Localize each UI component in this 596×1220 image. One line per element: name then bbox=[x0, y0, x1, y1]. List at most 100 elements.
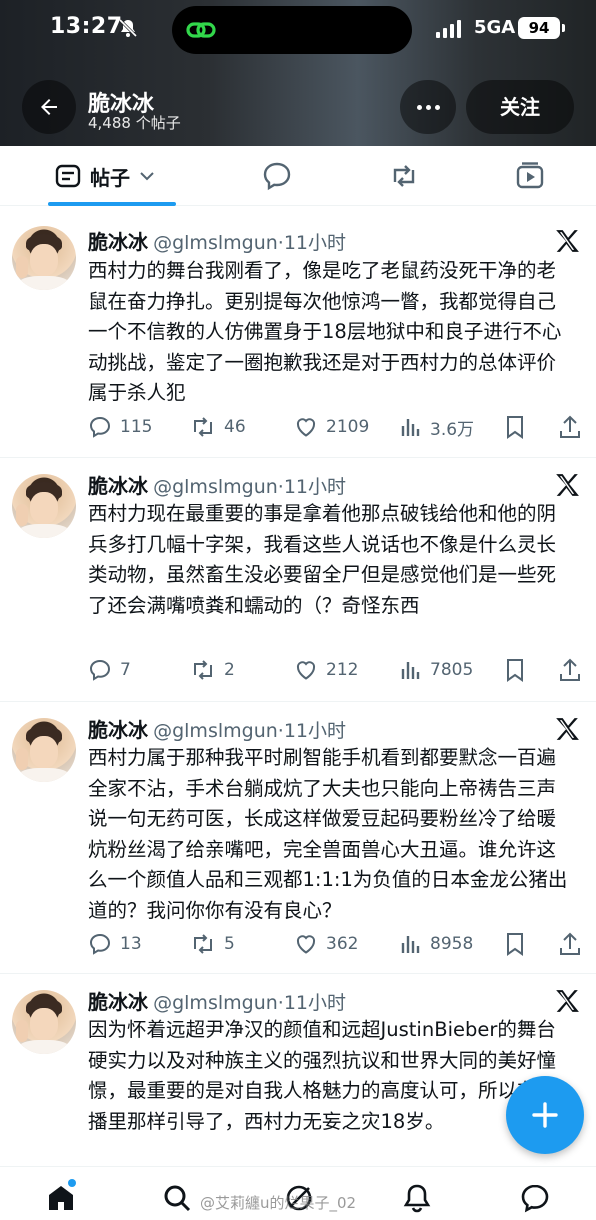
status-time: 13:27 bbox=[50, 14, 123, 39]
bell-off-icon bbox=[118, 18, 138, 38]
arrow-left-icon bbox=[41, 99, 57, 115]
bookmark-icon[interactable] bbox=[504, 931, 526, 957]
network-type: 5GA bbox=[474, 17, 516, 38]
tweet-actions: 115 46 2109 3.6万 bbox=[88, 412, 584, 442]
tweet-author-name[interactable]: 脆冰冰 bbox=[88, 474, 148, 498]
x-logo-icon bbox=[556, 990, 579, 1012]
compose-button[interactable] bbox=[506, 1076, 584, 1154]
share-icon[interactable] bbox=[558, 414, 582, 440]
reply-count: 13 bbox=[120, 934, 142, 954]
tab-posts-label: 帖子 bbox=[90, 165, 130, 190]
like-button[interactable]: 2109 bbox=[294, 412, 369, 442]
like-button[interactable]: 212 bbox=[294, 655, 358, 685]
bookmark-icon[interactable] bbox=[504, 657, 526, 683]
profile-tabs: 帖子 bbox=[0, 146, 596, 206]
share-icon[interactable] bbox=[558, 931, 582, 957]
signal-icon bbox=[436, 20, 461, 38]
like-button[interactable]: 362 bbox=[294, 929, 358, 959]
avatar[interactable] bbox=[12, 474, 76, 538]
search-icon[interactable] bbox=[162, 1183, 192, 1213]
more-dot-icon bbox=[416, 104, 422, 110]
tweet-author-name[interactable]: 脆冰冰 bbox=[88, 718, 148, 742]
reply-count: 7 bbox=[120, 660, 131, 680]
like-count: 362 bbox=[326, 934, 359, 954]
profile-header: 13:27 5GA 94 脆冰冰 4,488 个帖子 关注 bbox=[0, 0, 596, 146]
tweet-author-name[interactable]: 脆冰冰 bbox=[88, 230, 148, 254]
tweet-item[interactable]: 脆冰冰 @glmslmgun·11小时 西村力属于那种我平时刷智能手机看到都要默… bbox=[0, 702, 596, 974]
tweet-actions: 7 2 212 7805 bbox=[88, 655, 584, 685]
tweet-author-name[interactable]: 脆冰冰 bbox=[88, 990, 148, 1014]
reply-button[interactable]: 115 bbox=[88, 412, 152, 442]
view-count: 8958 bbox=[430, 934, 474, 954]
reply-icon bbox=[89, 933, 111, 955]
home-icon[interactable] bbox=[46, 1183, 76, 1213]
views-button[interactable]: 3.6万 bbox=[400, 412, 474, 442]
repost-icon bbox=[194, 934, 212, 954]
messages-icon[interactable] bbox=[520, 1183, 550, 1213]
more-button[interactable] bbox=[400, 80, 456, 134]
more-dot-icon bbox=[425, 104, 431, 110]
battery-indicator: 94 bbox=[518, 17, 565, 39]
views-button[interactable]: 7805 bbox=[400, 655, 473, 685]
views-icon bbox=[401, 662, 420, 679]
watermark: @艾莉纏u的烂果子_02 bbox=[200, 1194, 357, 1212]
posts-icon bbox=[55, 164, 81, 188]
tab-reposts-icon[interactable] bbox=[388, 160, 420, 192]
reply-button[interactable]: 13 bbox=[88, 929, 142, 959]
tweet-time: 11小时 bbox=[283, 232, 347, 254]
tweet-text: 因为怀着远超尹净汉的颜值和远超JustinBieber的舞台硬实力以及对种族主义… bbox=[88, 1018, 557, 1133]
reply-icon bbox=[89, 659, 111, 681]
repost-icon bbox=[194, 417, 212, 437]
tweet-time: 11小时 bbox=[283, 476, 347, 498]
link-icon bbox=[186, 22, 216, 38]
repost-count: 46 bbox=[224, 417, 246, 437]
plus-icon bbox=[532, 1102, 558, 1128]
back-button[interactable] bbox=[22, 80, 76, 134]
heart-icon bbox=[296, 418, 316, 437]
avatar[interactable] bbox=[12, 990, 76, 1054]
repost-button[interactable]: 46 bbox=[190, 412, 246, 442]
tweet-text: 西村力的舞台我刚看了，像是吃了老鼠药没死干净的老鼠在奋力挣扎。更别提每次他惊鸿一… bbox=[88, 259, 562, 404]
views-button[interactable]: 8958 bbox=[400, 929, 473, 959]
tweet-author-handle[interactable]: @glmslmgun bbox=[153, 720, 278, 742]
post-count: 4,488 个帖子 bbox=[88, 114, 181, 132]
tab-replies-icon[interactable] bbox=[261, 160, 293, 192]
repost-button[interactable]: 2 bbox=[190, 655, 235, 685]
share-icon[interactable] bbox=[558, 657, 582, 683]
tweet-header: 脆冰冰 @glmslmgun·11小时 bbox=[88, 226, 346, 255]
like-count: 212 bbox=[326, 660, 359, 680]
notifications-icon[interactable] bbox=[402, 1183, 432, 1213]
avatar[interactable] bbox=[12, 718, 76, 782]
tweet-header: 脆冰冰 @glmslmgun·11小时 bbox=[88, 714, 346, 743]
repost-count: 5 bbox=[224, 934, 235, 954]
tweet-author-handle[interactable]: @glmslmgun bbox=[153, 992, 278, 1014]
tweet-author-handle[interactable]: @glmslmgun bbox=[153, 476, 278, 498]
tweet-text: 西村力现在最重要的事是拿着他那点破钱给他和他的阴兵多打几幅十字架，我看这些人说话… bbox=[88, 502, 557, 617]
tweet-item[interactable]: 脆冰冰 @glmslmgun·11小时 西村力的舞台我刚看了，像是吃了老鼠药没死… bbox=[0, 206, 596, 458]
tweet-header: 脆冰冰 @glmslmgun·11小时 bbox=[88, 986, 346, 1015]
notification-dot bbox=[68, 1179, 76, 1187]
tweet-item[interactable]: 脆冰冰 @glmslmgun·11小时 西村力现在最重要的事是拿着他那点破钱给他… bbox=[0, 458, 596, 702]
reply-button[interactable]: 7 bbox=[88, 655, 131, 685]
repost-count: 2 bbox=[224, 660, 235, 680]
x-logo-icon bbox=[556, 718, 579, 740]
repost-icon bbox=[194, 660, 212, 680]
follow-button[interactable]: 关注 bbox=[466, 80, 574, 134]
tab-posts[interactable]: 帖子 bbox=[54, 160, 156, 192]
chevron-down-icon bbox=[140, 172, 154, 181]
tab-media-icon[interactable] bbox=[514, 160, 546, 192]
avatar[interactable] bbox=[12, 226, 76, 290]
reply-icon bbox=[89, 416, 111, 438]
dynamic-island bbox=[172, 6, 412, 54]
view-count: 3.6万 bbox=[430, 419, 475, 440]
tweet-actions: 13 5 362 8958 bbox=[88, 929, 584, 959]
bookmark-icon[interactable] bbox=[504, 414, 526, 440]
reply-count: 115 bbox=[120, 417, 153, 437]
repost-button[interactable]: 5 bbox=[190, 929, 235, 959]
like-count: 2109 bbox=[326, 417, 370, 437]
tweet-author-handle[interactable]: @glmslmgun bbox=[153, 232, 278, 254]
view-count: 7805 bbox=[430, 660, 474, 680]
more-dot-icon bbox=[434, 104, 440, 110]
heart-icon bbox=[296, 661, 316, 680]
tweet-item[interactable]: 脆冰冰 @glmslmgun·11小时 因为怀着远超尹净汉的颜值和远超Justi… bbox=[0, 974, 596, 1166]
